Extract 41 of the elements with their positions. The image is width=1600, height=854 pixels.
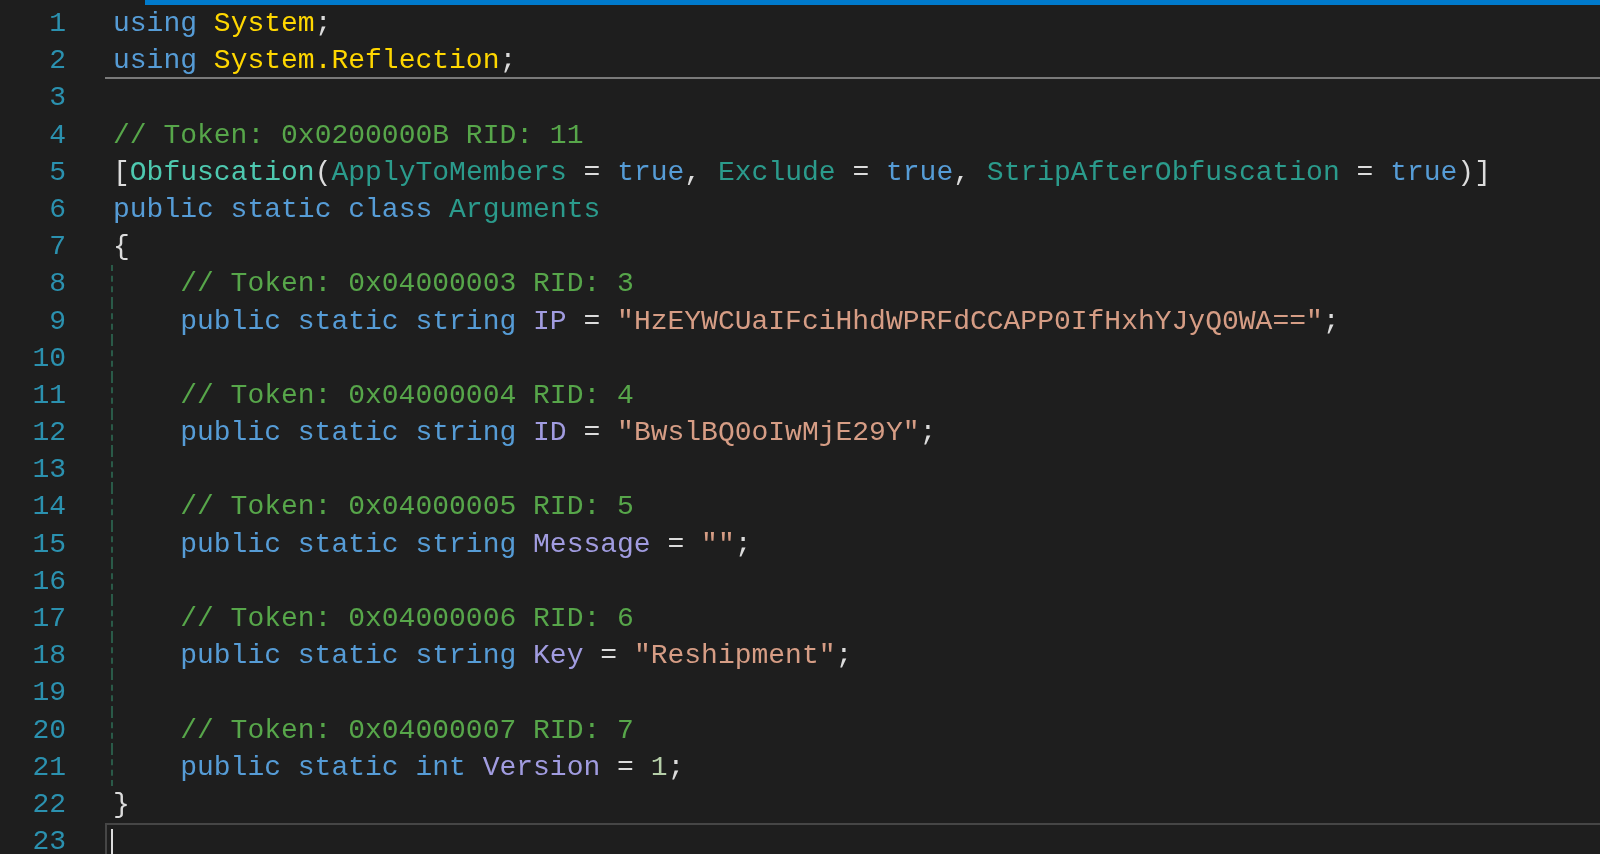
line-number: 22: [31, 787, 67, 822]
line-number: 9: [48, 304, 67, 339]
code-line: public static string IP = "HzEYWCUaIFciHhdWPRFdCCAPP0IfHxhYJyQ0WA==";: [180, 304, 1340, 339]
code-line: // Token: 0x0200000B RID: 11: [113, 118, 584, 153]
line-number: 16: [31, 564, 67, 599]
code-line: // Token: 0x04000005 RID: 5: [180, 490, 634, 525]
code-line: // Token: 0x04000004 RID: 4: [180, 378, 634, 413]
line-number: 20: [31, 713, 67, 748]
code-line: public static int Version = 1;: [180, 750, 685, 785]
text-caret: [111, 829, 113, 854]
line-number: 10: [31, 341, 67, 376]
line-number: 8: [48, 267, 67, 302]
line-number: 7: [48, 230, 67, 265]
line-number: 5: [48, 155, 67, 190]
line-number: 21: [31, 750, 67, 785]
line-number: 11: [31, 378, 67, 413]
line-number: 14: [31, 490, 67, 525]
line-number: 23: [31, 825, 67, 854]
line-number: 19: [31, 676, 67, 711]
code-line: }: [113, 787, 130, 822]
code-line: {: [113, 230, 130, 265]
line-number: 17: [31, 602, 67, 636]
code-line: // Token: 0x04000006 RID: 6: [180, 602, 634, 636]
line-number: 4: [48, 118, 67, 153]
code-line: using System;: [113, 7, 332, 41]
line-number: 13: [31, 453, 67, 488]
line-number: 15: [31, 527, 67, 562]
line-number: 6: [48, 192, 67, 227]
code-line: public static string ID = "BwslBQ0oIwMjE29Y";: [180, 416, 937, 451]
code-line: [Obfuscation(ApplyToMembers = true, Exclude = true, StripAfterObfuscation = true)]: [113, 155, 1491, 190]
line-number: 1: [48, 7, 67, 41]
code-line: public static string Key = "Reshipment";: [180, 639, 853, 674]
line-number: 18: [31, 639, 67, 674]
code-line: public static string Message = "";: [180, 527, 752, 562]
line-number: 3: [48, 81, 67, 116]
line-number: 2: [48, 44, 67, 79]
code-line: using System.Reflection;: [113, 44, 517, 79]
line-number: 12: [31, 416, 67, 451]
code-line: // Token: 0x04000007 RID: 7: [180, 713, 634, 748]
code-line: public static class Arguments: [113, 192, 601, 227]
code-line: // Token: 0x04000003 RID: 3: [180, 267, 634, 302]
